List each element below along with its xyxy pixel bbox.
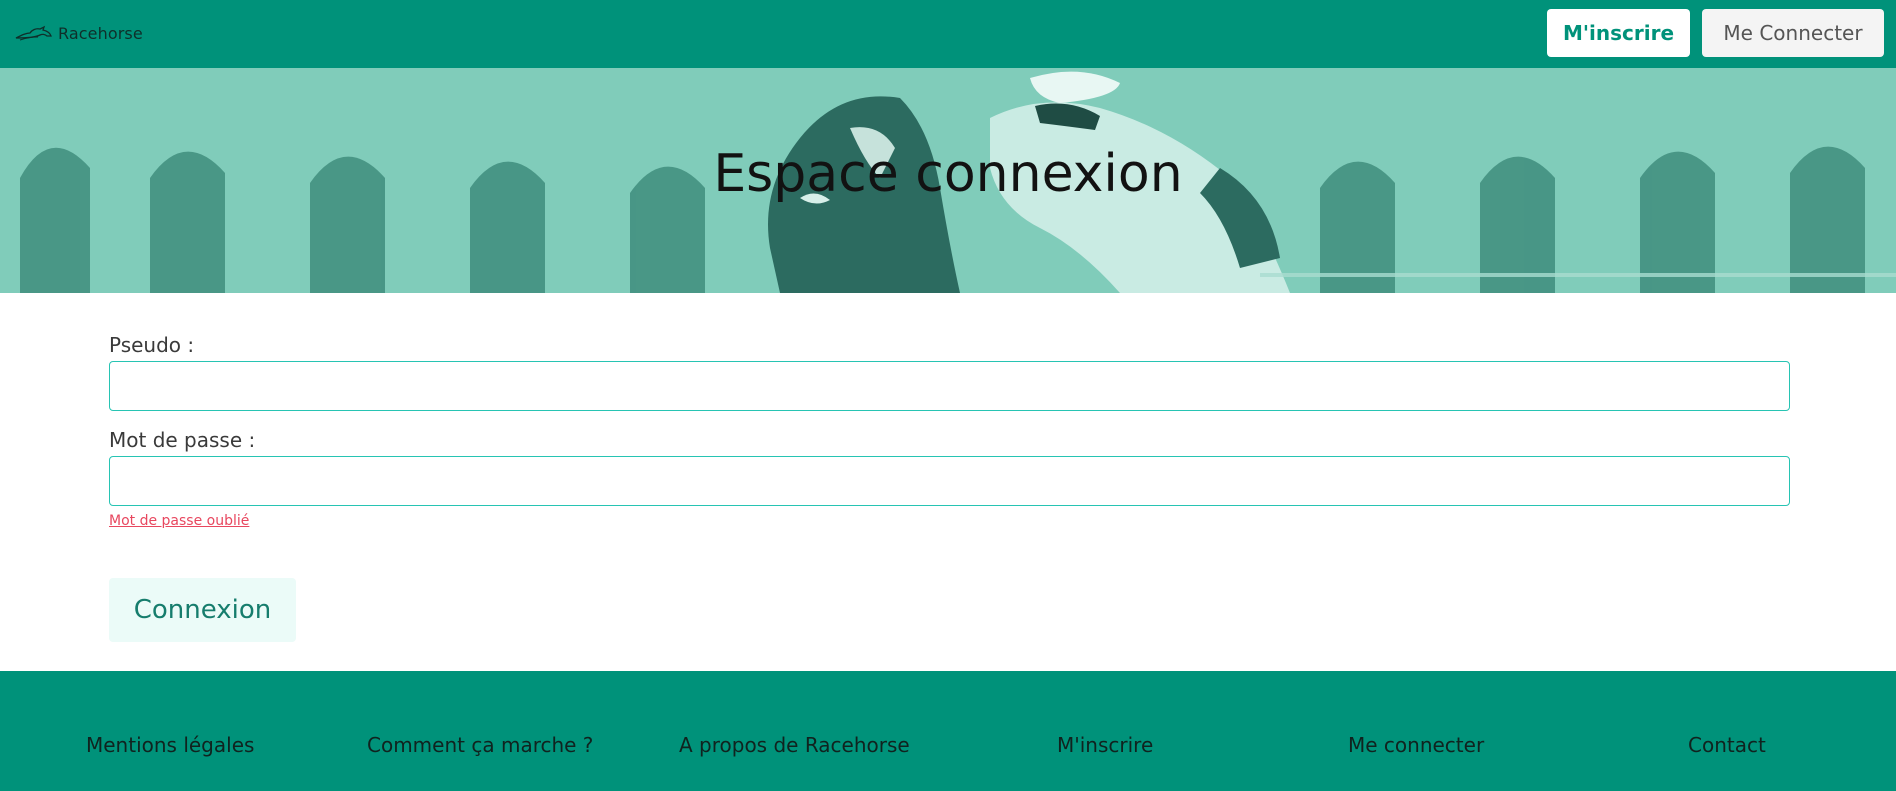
footer-link-how-it-works[interactable]: Comment ça marche ? [367, 733, 593, 757]
top-navbar: Racehorse M'inscrire Me Connecter [0, 0, 1896, 68]
pseudo-label: Pseudo : [109, 333, 195, 357]
footer-link-signup[interactable]: M'inscrire [1057, 733, 1153, 757]
hero-banner: Espace connexion [0, 68, 1896, 293]
password-input[interactable] [110, 457, 1789, 505]
signup-button[interactable]: M'inscrire [1547, 9, 1690, 57]
logo[interactable]: Racehorse [14, 20, 143, 46]
logo-text: Racehorse [58, 23, 143, 43]
footer-link-contact[interactable]: Contact [1688, 733, 1766, 757]
password-label: Mot de passe : [109, 428, 256, 452]
footer-link-login[interactable]: Me connecter [1348, 733, 1484, 757]
login-button[interactable]: Me Connecter [1702, 9, 1884, 57]
forgot-password-link[interactable]: Mot de passe oublié [109, 513, 249, 529]
footer-link-legal[interactable]: Mentions légales [86, 733, 254, 757]
horse-logo-icon [15, 25, 52, 41]
password-field-wrapper [109, 456, 1790, 506]
page-title: Espace connexion [713, 144, 1183, 204]
pseudo-field-wrapper [109, 361, 1790, 411]
pseudo-input[interactable] [110, 362, 1789, 410]
footer-link-about[interactable]: A propos de Racehorse [679, 733, 910, 757]
login-submit-button[interactable]: Connexion [109, 578, 296, 642]
footer: Mentions légales Comment ça marche ? A p… [0, 671, 1896, 791]
